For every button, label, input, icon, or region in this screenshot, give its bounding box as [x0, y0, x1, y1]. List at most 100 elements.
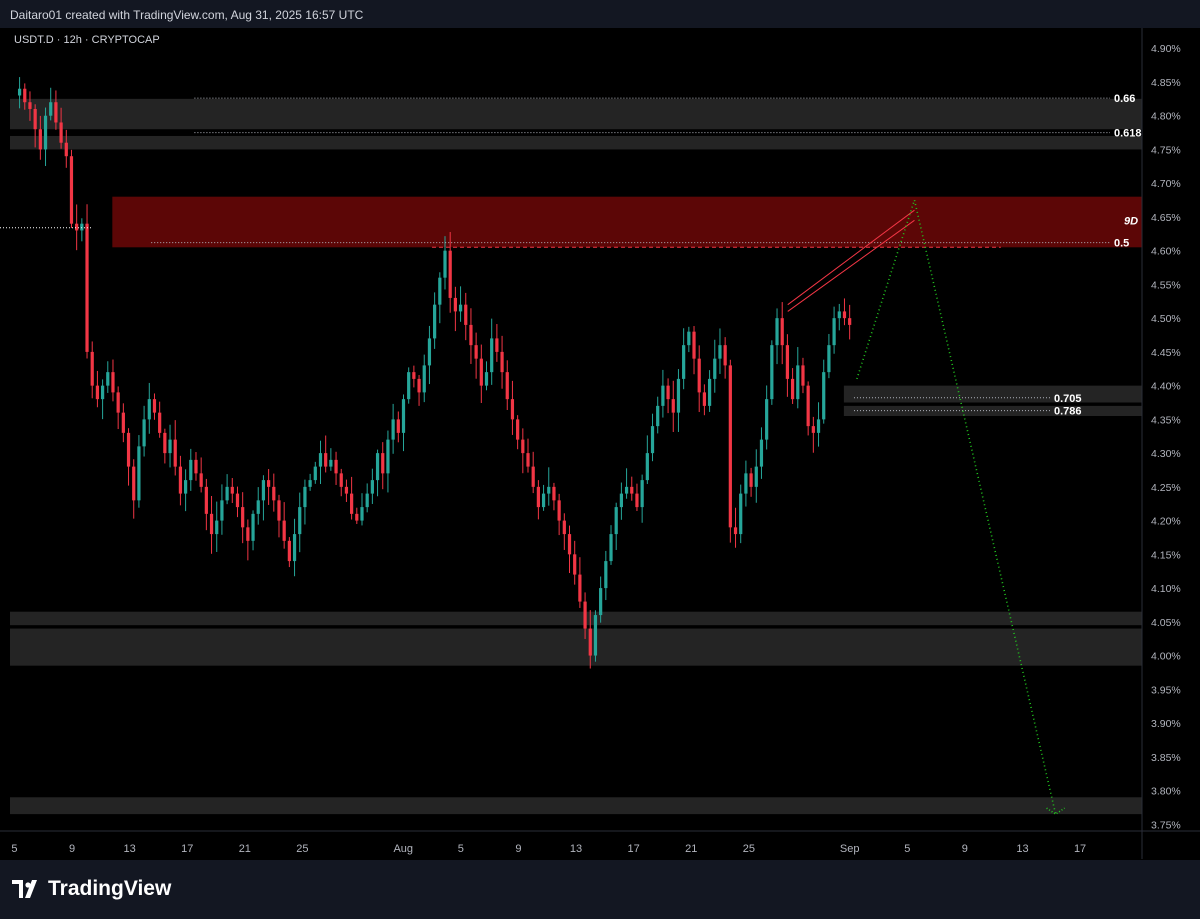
candle-body[interactable]	[355, 513, 359, 521]
candle-body[interactable]	[796, 365, 800, 400]
candle-body[interactable]	[261, 480, 266, 501]
candle-body[interactable]	[842, 311, 847, 319]
candle-body[interactable]	[28, 102, 32, 109]
candle-body[interactable]	[692, 331, 696, 359]
candle-body[interactable]	[666, 385, 670, 400]
candle-body[interactable]	[178, 466, 183, 494]
candle-body[interactable]	[401, 399, 406, 433]
candle-body[interactable]	[832, 318, 836, 346]
candle-body[interactable]	[479, 358, 483, 386]
candle-body[interactable]	[85, 223, 89, 352]
candle-body[interactable]	[189, 459, 193, 481]
candle-body[interactable]	[547, 486, 551, 494]
candle-body[interactable]	[656, 405, 660, 427]
candle-body[interactable]	[49, 102, 53, 116]
candle-body[interactable]	[671, 399, 675, 413]
candle-body[interactable]	[220, 500, 224, 521]
candle-body[interactable]	[360, 507, 364, 521]
candle-body[interactable]	[209, 513, 214, 535]
candle-body[interactable]	[510, 399, 515, 420]
candle-body[interactable]	[697, 358, 701, 393]
candle-body[interactable]	[754, 466, 758, 487]
candle-body[interactable]	[17, 88, 22, 96]
candle-body[interactable]	[827, 345, 831, 373]
candle-body[interactable]	[292, 534, 297, 562]
candle-body[interactable]	[630, 486, 634, 494]
candle-body[interactable]	[801, 365, 805, 386]
candle-body[interactable]	[448, 250, 452, 298]
chart-area[interactable]: 0.66 0.618 0.5 0.705 0.786 9D 4.90% 4.85% 4.80% 4…	[0, 28, 1200, 859]
candle-body[interactable]	[54, 102, 58, 123]
candle-body[interactable]	[526, 453, 530, 467]
candle-body[interactable]	[334, 459, 338, 474]
candle-body[interactable]	[324, 453, 328, 467]
candle-body[interactable]	[433, 304, 437, 339]
candle-body[interactable]	[790, 378, 795, 400]
candle-body[interactable]	[728, 365, 732, 528]
candle-body[interactable]	[733, 527, 738, 535]
candle-body[interactable]	[676, 378, 681, 413]
candle-body[interactable]	[536, 486, 540, 508]
candle-body[interactable]	[235, 493, 240, 508]
candle-body[interactable]	[33, 108, 37, 130]
candle-body[interactable]	[137, 446, 141, 501]
candle-body[interactable]	[573, 554, 577, 575]
candle-body[interactable]	[407, 372, 411, 400]
candle-body[interactable]	[427, 338, 432, 366]
candle-body[interactable]	[339, 473, 343, 487]
candle-body[interactable]	[365, 493, 369, 508]
candle-body[interactable]	[391, 419, 395, 440]
candle-body[interactable]	[246, 527, 250, 541]
candle-body[interactable]	[464, 304, 468, 325]
candle-body[interactable]	[204, 486, 208, 514]
candle-body[interactable]	[682, 345, 686, 379]
candle-body[interactable]	[313, 466, 317, 481]
candle-body[interactable]	[759, 439, 764, 467]
candle-body[interactable]	[287, 540, 291, 562]
candle-body[interactable]	[308, 480, 312, 487]
candle-body[interactable]	[707, 378, 712, 406]
candle-body[interactable]	[329, 459, 333, 467]
candle-body[interactable]	[69, 156, 74, 224]
candle-body[interactable]	[158, 412, 162, 433]
candle-body[interactable]	[43, 115, 48, 150]
candle-body[interactable]	[64, 142, 68, 157]
candle-body[interactable]	[381, 453, 385, 474]
candle-body[interactable]	[132, 466, 136, 501]
candle-body[interactable]	[822, 372, 826, 420]
candle-body[interactable]	[168, 439, 172, 454]
candle-body[interactable]	[303, 486, 307, 508]
candle-body[interactable]	[604, 561, 608, 589]
candle-body[interactable]	[702, 392, 707, 406]
candle-body[interactable]	[837, 311, 841, 319]
candle-body[interactable]	[770, 345, 774, 400]
candle-body[interactable]	[106, 372, 110, 386]
candle-body[interactable]	[687, 331, 691, 346]
candle-body[interactable]	[645, 453, 649, 481]
candle-body[interactable]	[267, 480, 271, 487]
candle-body[interactable]	[194, 459, 198, 474]
candle-body[interactable]	[599, 588, 603, 616]
candle-body[interactable]	[344, 486, 349, 494]
candle-body[interactable]	[541, 493, 546, 508]
candle-body[interactable]	[775, 318, 779, 346]
candle-body[interactable]	[474, 345, 478, 359]
candle-body[interactable]	[298, 507, 302, 535]
candle-body[interactable]	[318, 453, 323, 467]
candle-body[interactable]	[126, 432, 131, 467]
candle-body[interactable]	[806, 385, 810, 427]
candle-body[interactable]	[375, 453, 380, 481]
candle-body[interactable]	[396, 419, 400, 433]
candle-body[interactable]	[593, 615, 598, 656]
candle-body[interactable]	[100, 385, 105, 400]
candle-body[interactable]	[277, 500, 281, 521]
candle-body[interactable]	[780, 318, 784, 346]
candle-body[interactable]	[495, 338, 499, 352]
candle-body[interactable]	[552, 486, 556, 501]
candle-body[interactable]	[38, 129, 42, 150]
candle-body[interactable]	[718, 345, 722, 359]
candle-body[interactable]	[241, 507, 245, 528]
candle-body[interactable]	[90, 351, 94, 386]
candle-body[interactable]	[765, 399, 769, 440]
candle-body[interactable]	[578, 574, 582, 602]
